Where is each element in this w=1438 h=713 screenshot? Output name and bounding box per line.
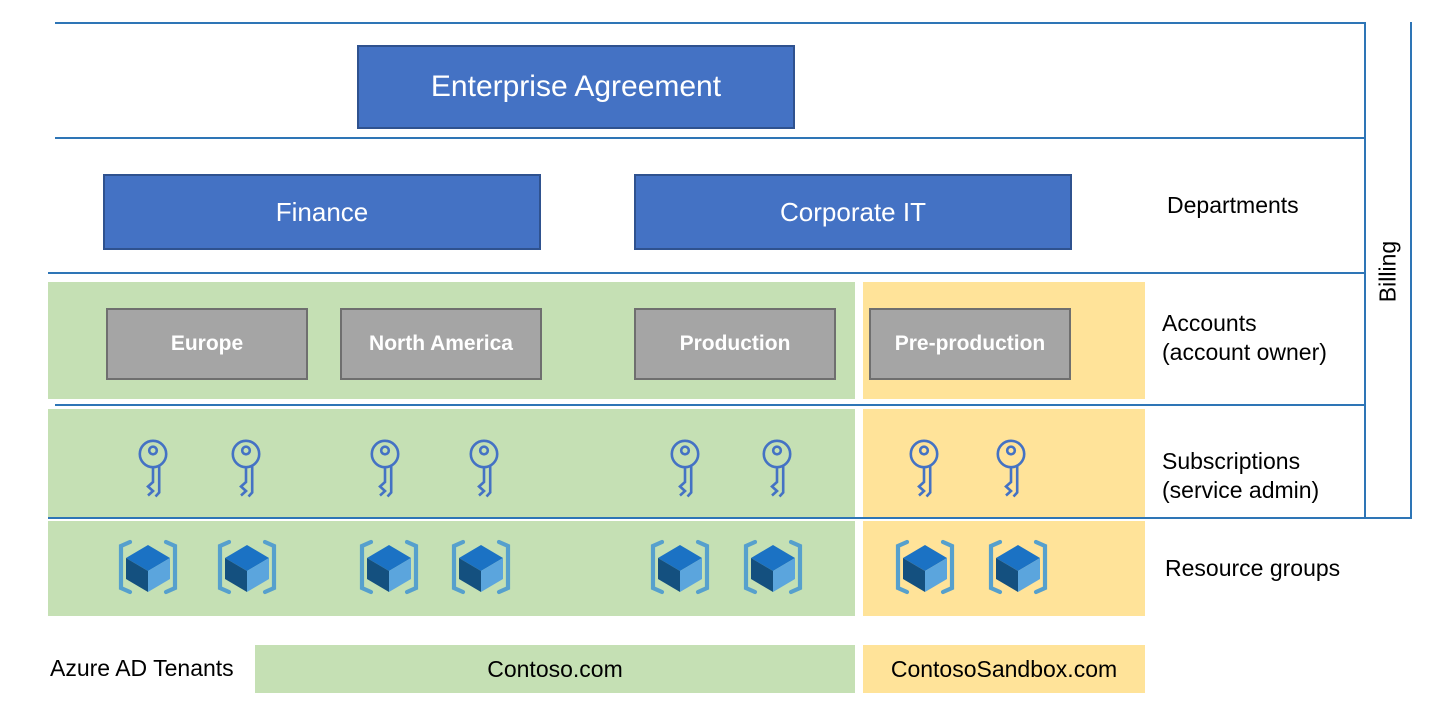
account-label: Europe [170,332,244,355]
rule-billing-column-left [1364,22,1366,519]
rule-under-subscriptions [48,517,1412,519]
billing-label: Billing [1374,240,1401,303]
key-icon[interactable] [367,437,403,504]
key-icon[interactable] [759,437,795,504]
rule-under-enterprise-agreement [55,137,1366,139]
account-box-production[interactable]: Production [634,308,836,380]
resource-group-cube-icon[interactable] [645,532,715,607]
rule-top [55,22,1366,24]
key-icon[interactable] [906,437,942,504]
resource-group-cube-icon[interactable] [446,532,516,607]
resource-group-cube-icon[interactable] [983,532,1053,607]
tenant-band-contososandbox[interactable]: ContosoSandbox.com [863,645,1145,693]
row-label-subscriptions: Subscriptions (service admin) [1162,448,1320,504]
key-icon[interactable] [135,437,171,504]
account-box-north-america[interactable]: North America [340,308,542,380]
rule-billing-column-right [1410,22,1412,519]
azure-ad-tenants-label: Azure AD Tenants [50,655,234,681]
rule-under-accounts [55,404,1366,406]
enterprise-agreement-label: Enterprise Agreement [430,70,722,103]
resource-group-cube-icon[interactable] [113,532,183,607]
resource-group-cube-icon[interactable] [354,532,424,607]
enterprise-agreement-box[interactable]: Enterprise Agreement [357,45,795,129]
account-label: Pre-production [894,332,1046,355]
key-icon[interactable] [667,437,703,504]
row-label-departments: Departments [1167,192,1299,218]
rule-under-departments [48,272,1366,274]
key-icon[interactable] [228,437,264,504]
account-label: Production [679,332,791,355]
resource-group-cube-icon[interactable] [890,532,960,607]
resource-group-cube-icon[interactable] [212,532,282,607]
department-label: Corporate IT [780,196,926,227]
tenant-label: Contoso.com [487,655,623,682]
department-label: Finance [275,196,369,227]
department-box-corporate-it[interactable]: Corporate IT [634,174,1072,250]
tenant-label: ContosoSandbox.com [890,655,1118,682]
row-label-accounts: Accounts (account owner) [1162,310,1327,366]
row-label-resource-groups: Resource groups [1165,555,1341,581]
resource-group-cube-icon[interactable] [738,532,808,607]
department-box-finance[interactable]: Finance [103,174,541,250]
azure-ea-hierarchy-diagram: Enterprise Agreement Finance Corporate I… [0,0,1438,713]
account-box-pre-production[interactable]: Pre-production [869,308,1071,380]
account-box-europe[interactable]: Europe [106,308,308,380]
account-label: North America [369,332,513,355]
key-icon[interactable] [993,437,1029,504]
key-icon[interactable] [466,437,502,504]
tenant-band-contoso[interactable]: Contoso.com [255,645,855,693]
